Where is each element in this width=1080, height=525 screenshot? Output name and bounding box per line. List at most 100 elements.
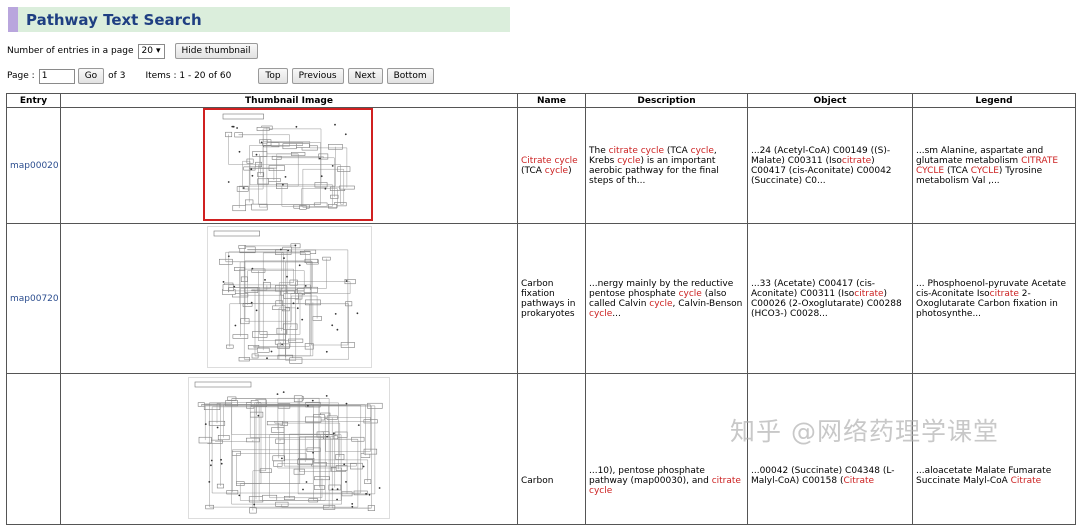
highlighted-term: cycle [589,308,613,319]
entry-link[interactable]: map00020 [6,107,61,224]
map-compound-dot [332,432,335,435]
pathway-object: ...00042 (Succinate) C04348 (L-Malyl-CoA… [747,373,913,525]
column-header-legend: Legend [912,93,1076,108]
map-compound-dot [210,459,213,462]
table-row: Carbon ...10), pentose phosphate pathway… [6,373,1076,525]
column-header-entry: Entry [6,93,61,108]
map-compound-dot [312,451,314,454]
map-compound-dot [343,463,346,466]
thumbnail-cell [60,373,518,525]
page-title: Pathway Text Search [26,10,202,29]
map-compound-dot [356,312,358,315]
map-compound-dot [345,481,347,483]
hide-thumbnail-button[interactable]: Hide thumbnail [174,43,258,59]
entries-per-page-select[interactable]: 20 ▾ [137,43,165,59]
column-header-thumbnail: Thumbnail Image [60,93,518,108]
entry-link[interactable]: map00720 [6,223,61,374]
map-edge [280,252,284,289]
map-compound-dot [300,318,303,321]
map-compound-dot [250,301,253,304]
text-segment: ...10), pentose phosphate pathway (map00… [589,466,712,486]
entries-controls: Number of entries in a page 20 ▾ Hide th… [7,43,262,59]
map-compound-dot [362,465,365,468]
next-button[interactable]: Next [347,68,383,84]
map-edge [269,478,323,499]
pathway-thumbnail[interactable] [206,226,372,368]
top-button[interactable]: Top [258,68,288,84]
map-compound-dot [220,462,223,465]
map-compound-dot [336,328,338,331]
entry-link[interactable] [6,373,61,525]
map-edge [236,453,241,484]
text-segment: The [589,145,609,156]
map-compound-dot [304,285,307,287]
highlighted-term: citrate [841,155,872,166]
text-segment: Carbon fixation pathways in prokaryotes [521,278,576,319]
text-segment: (TCA [944,165,971,176]
map-compound-dot [330,324,333,327]
pathway-description: ...nergy mainly by the reductive pentose… [585,223,748,374]
previous-button[interactable]: Previous [291,68,344,84]
map-title-box [213,230,260,237]
pathway-description: The citrate cycle (TCA cycle, Krebs cycl… [585,107,748,224]
map-compound-dot [282,391,285,393]
text-segment: , Calvin-Benson [672,298,743,309]
map-compound-dot [378,487,381,489]
map-compound-dot [325,395,328,397]
map-title-box [194,381,252,388]
map-compound-dot [281,457,283,460]
highlighted-term: cycle [617,155,641,166]
map-edge [280,258,327,289]
thumbnail-cell [60,223,518,374]
map-edge [299,397,320,418]
page-title-bar: Pathway Text Search [8,7,510,32]
pathway-object: ...24 (Acetyl-CoA) C00149 ((S)-Malate) C… [747,107,913,224]
map-edge [225,261,244,360]
page-number-input[interactable]: 1 [38,68,75,84]
map-compound-dot [238,494,241,497]
map-edge [236,453,307,460]
map-compound-dot [204,423,207,425]
pathway-thumbnail[interactable] [188,377,390,519]
table-row: map00720 Carbon fixation pathways in pro… [6,223,1076,374]
map-compound-dot [345,402,348,405]
map-edge [238,269,279,304]
map-edge [290,295,317,319]
map-compound-dot [294,244,296,247]
text-segment: ) [568,165,572,176]
highlighted-term: CYCLE [970,165,999,176]
map-edge [225,251,283,262]
table-header-row: Entry Thumbnail Image Name Description O… [6,93,1076,108]
map-compound-dot [325,350,328,353]
highlighted-term: cycle [649,298,673,309]
pathway-legend: ...sm Alanine, aspartate and glutamate m… [912,107,1076,224]
highlighted-term: Citrate [1010,476,1042,486]
pathway-object: ...33 (Acetate) C00417 (cis-Aconitate) C… [747,223,913,374]
map-compound-dot [251,267,253,270]
pathway-name: Carbon [517,373,586,525]
pathway-legend: ...aloacetate Malate Fumarate Succinate … [912,373,1076,525]
map-compound-dot [351,503,354,505]
map-compound-dot [265,357,268,360]
bottom-button[interactable]: Bottom [386,68,434,84]
text-segment: ... [612,308,621,319]
map-compound-dot [280,343,283,346]
map-compound-dot [227,255,230,258]
map-compound-dot [345,280,347,282]
text-segment: Carbon [521,476,554,486]
column-header-name: Name [517,93,586,108]
items-info: Items : 1 - 20 of 60 [145,71,232,81]
page-label: Page : [7,71,35,81]
map-compound-dot [216,426,219,429]
map-compound-dot [270,350,272,353]
map-compound-dot [336,488,339,491]
map-compound-dot [336,498,338,501]
map-compound-dot [286,249,289,252]
map-compound-dot [368,493,371,496]
go-button[interactable]: Go [77,68,105,84]
map-compound-dot [263,279,266,281]
text-segment: (TCA [664,145,691,156]
map-compound-dot [326,435,328,438]
map-compound-dot [257,414,260,417]
map-edge [313,404,371,452]
